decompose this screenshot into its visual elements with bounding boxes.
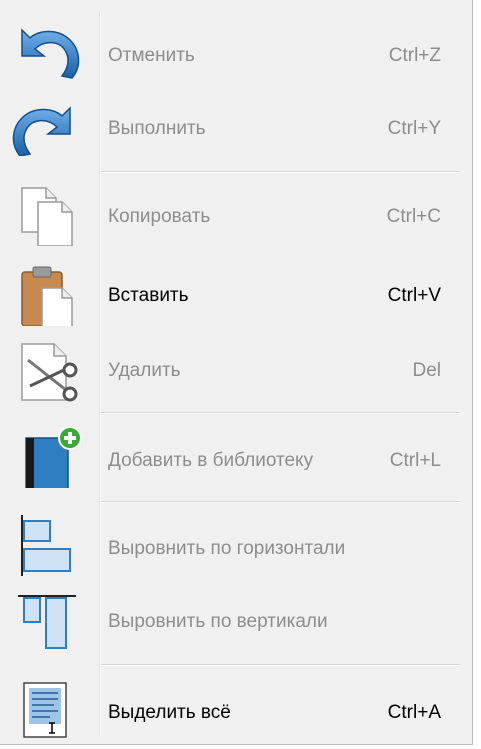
menu-separator xyxy=(101,171,460,172)
edit-context-menu: Отменить Ctrl+Z Выполнить Ctrl+Y Копиров… xyxy=(0,0,473,745)
menu-item-shortcut: Ctrl+C xyxy=(386,206,441,227)
menu-item-label: Выровнить по горизонтали xyxy=(108,538,346,559)
menu-item-redo[interactable]: Выполнить Ctrl+Y xyxy=(0,88,472,164)
cut-scissors-icon xyxy=(21,343,78,402)
menu-item-shortcut: Ctrl+V xyxy=(387,285,441,306)
menu-item-copy[interactable]: Копировать Ctrl+C xyxy=(0,176,472,252)
menu-item-paste[interactable]: Вставить Ctrl+V xyxy=(0,256,472,332)
menu-item-align-horizontal[interactable]: Выровнить по горизонтали xyxy=(0,508,472,584)
add-to-library-icon xyxy=(25,426,82,488)
menu-item-shortcut: Ctrl+A xyxy=(387,702,441,723)
menu-item-label: Выровнить по вертикали xyxy=(108,611,328,632)
menu-item-align-vertical[interactable]: Выровнить по вертикали xyxy=(0,582,472,658)
menu-item-label: Выполнить xyxy=(108,118,206,139)
align-vertical-icon xyxy=(18,595,76,649)
menu-item-undo[interactable]: Отменить Ctrl+Z xyxy=(0,12,472,88)
select-all-icon xyxy=(23,682,67,738)
menu-item-label: Копировать xyxy=(108,206,211,227)
menu-item-label: Отменить xyxy=(108,45,195,66)
menu-item-delete[interactable]: Удалить Del xyxy=(0,332,472,408)
menu-item-select-all[interactable]: Выделить всё Ctrl+A xyxy=(0,668,472,744)
menu-item-label: Добавить в библиотеку xyxy=(108,450,314,471)
paste-icon xyxy=(21,266,73,326)
menu-separator xyxy=(101,664,460,665)
undo-icon xyxy=(21,28,80,79)
menu-separator xyxy=(101,501,460,502)
redo-icon xyxy=(12,106,71,156)
menu-item-label: Вставить xyxy=(108,285,189,306)
menu-item-shortcut: Ctrl+Z xyxy=(388,45,441,66)
menu-item-shortcut: Del xyxy=(412,360,441,381)
copy-icon xyxy=(21,187,73,246)
menu-item-add-to-library[interactable]: Добавить в библиотеку Ctrl+L xyxy=(0,418,472,494)
menu-separator xyxy=(101,412,460,413)
menu-item-shortcut: Ctrl+L xyxy=(389,450,441,471)
menu-item-shortcut: Ctrl+Y xyxy=(387,118,441,139)
align-horizontal-icon xyxy=(21,515,71,576)
menu-item-label: Выделить всё xyxy=(108,702,231,723)
menu-item-label: Удалить xyxy=(108,360,181,381)
